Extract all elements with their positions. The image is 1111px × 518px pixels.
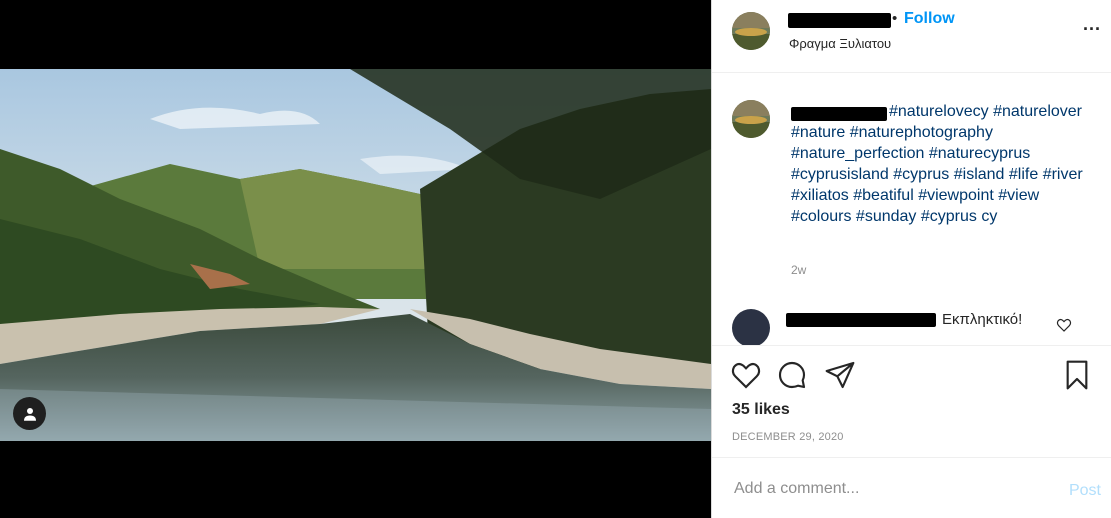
bookmark-icon[interactable] xyxy=(1061,359,1093,391)
follow-button[interactable]: Follow xyxy=(904,10,955,28)
comments-section: #naturelovecy #naturelover #nature #natu… xyxy=(712,73,1111,345)
post-photo[interactable] xyxy=(0,69,711,441)
comment-input[interactable] xyxy=(732,474,1036,504)
paper-plane-icon[interactable] xyxy=(824,359,856,391)
caption-author-avatar[interactable] xyxy=(732,100,770,138)
add-comment-bar: Post xyxy=(712,457,1111,518)
post-comment-button[interactable]: Post xyxy=(1069,482,1101,500)
post-actions: 35 likes DECEMBER 29, 2020 xyxy=(712,345,1111,457)
redacted-commenter-username[interactable] xyxy=(786,313,936,327)
post-side-panel: • Follow Φραγμα Ξυλιατου ... #naturelove… xyxy=(711,0,1111,518)
heart-icon[interactable] xyxy=(730,359,762,391)
likes-count[interactable]: 35 likes xyxy=(732,401,790,419)
comment-like-icon[interactable] xyxy=(1056,317,1072,333)
comment-text: Εκπληκτικό! xyxy=(942,311,1023,328)
redacted-caption-username[interactable] xyxy=(791,107,887,121)
user-tag-icon xyxy=(23,407,36,421)
landscape-image xyxy=(0,69,711,441)
user-tag-button[interactable] xyxy=(13,397,46,430)
comment-bubble-icon[interactable] xyxy=(776,359,808,391)
caption-hashtags[interactable]: #naturelovecy #naturelover #nature #natu… xyxy=(791,103,1083,225)
more-options-button[interactable]: ... xyxy=(1083,14,1101,35)
redacted-username[interactable] xyxy=(788,13,891,28)
post-header: • Follow Φραγμα Ξυλιατου ... xyxy=(712,0,1111,73)
author-avatar[interactable] xyxy=(732,12,770,50)
commenter-avatar[interactable] xyxy=(732,309,770,345)
post-date[interactable]: DECEMBER 29, 2020 xyxy=(732,431,844,443)
media-pane xyxy=(0,0,711,518)
instagram-post-view: • Follow Φραγμα Ξυλιατου ... #naturelove… xyxy=(0,0,1111,518)
follow-separator: • xyxy=(892,10,898,27)
caption-age: 2w xyxy=(791,263,807,277)
post-location[interactable]: Φραγμα Ξυλιατου xyxy=(789,36,891,51)
